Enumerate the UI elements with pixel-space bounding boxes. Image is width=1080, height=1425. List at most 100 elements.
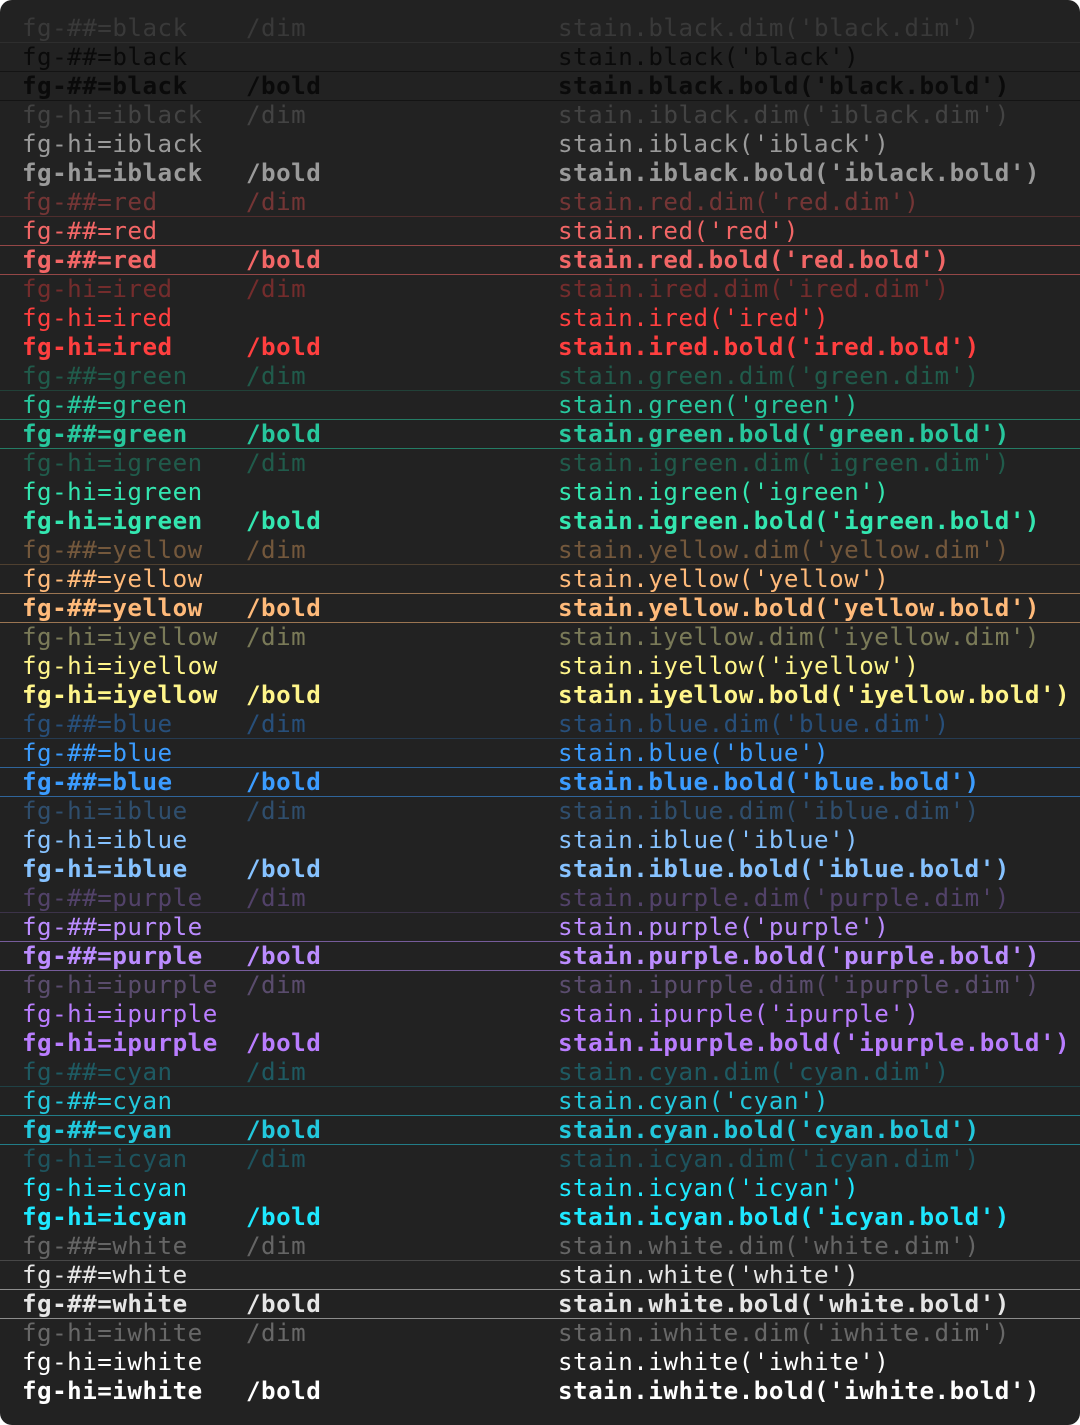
stain-code-sample: stain.green.bold('green.bold') [558, 420, 1010, 448]
stain-code-sample: stain.black('black') [558, 43, 860, 71]
fg-code-label: fg-##=yellow [22, 565, 203, 593]
fg-code-label: fg-hi=ired [22, 333, 173, 361]
color-sample-row: fg-##=black/dim stain.black.dim('black.di… [0, 14, 1080, 43]
modifier-label: /bold [246, 681, 322, 709]
fg-code-label: fg-##=black [22, 72, 188, 100]
modifier-label: /bold [246, 333, 322, 361]
stain-code-sample: stain.icyan('icyan') [558, 1174, 860, 1202]
stain-code-sample: stain.red('red') [558, 217, 799, 245]
fg-code-label: fg-##=blue [22, 768, 173, 796]
fg-code-label: fg-hi=igreen [22, 449, 203, 477]
stain-code-sample: stain.igreen.bold('igreen.bold') [558, 507, 1040, 535]
stain-code-sample: stain.white.bold('white.bold') [558, 1290, 1010, 1318]
stain-code-sample: stain.red.bold('red.bold') [558, 246, 950, 274]
fg-code-label: fg-hi=icyan [22, 1174, 188, 1202]
modifier-label: /bold [246, 420, 322, 448]
modifier-label: /bold [246, 855, 322, 883]
fg-code-label: fg-hi=iblue [22, 855, 188, 883]
modifier-label: /dim [246, 536, 307, 564]
color-sample-row: fg-##=yellow/bold stain.yellow.bold('yell… [0, 594, 1080, 623]
fg-code-label: fg-hi=iyellow [22, 681, 218, 709]
stain-code-sample: stain.yellow.dim('yellow.dim') [558, 536, 1010, 564]
stain-code-sample: stain.iblue.dim('iblue.dim') [558, 797, 980, 825]
stain-code-sample: stain.green.dim('green.dim') [558, 362, 980, 390]
stain-code-sample: stain.ipurple.bold('ipurple.bold') [558, 1029, 1071, 1057]
stain-code-sample: stain.purple.dim('purple.dim') [558, 884, 1010, 912]
color-sample-row: fg-##=purple stain.purple('purple') [0, 913, 1080, 942]
modifier-label: /dim [246, 1058, 307, 1086]
stain-code-sample: stain.ired('ired') [558, 304, 830, 332]
color-sample-row: fg-##=white/bold stain.white.bold('white.… [0, 1290, 1080, 1319]
color-sample-row: fg-hi=iyellow/bold stain.iyellow.bold('iy… [0, 681, 1080, 710]
fg-code-label: fg-hi=iblue [22, 826, 188, 854]
stain-code-sample: stain.black.bold('black.bold') [558, 72, 1010, 100]
color-sample-row: fg-##=purple/dim stain.purple.dim('purple… [0, 884, 1080, 913]
color-sample-row: fg-hi=icyan/bold stain.icyan.bold('icyan.… [0, 1203, 1080, 1232]
color-sample-row: fg-hi=iyellow/dim stain.iyellow.dim('iyel… [0, 623, 1080, 652]
modifier-label: /dim [246, 1145, 307, 1173]
color-sample-row: fg-##=green/dim stain.green.dim('green.di… [0, 362, 1080, 391]
stain-code-sample: stain.cyan('cyan') [558, 1087, 830, 1115]
stain-code-sample: stain.purple.bold('purple.bold') [558, 942, 1040, 970]
color-sample-list: fg-##=black/dim stain.black.dim('black.di… [0, 14, 1080, 1406]
fg-code-label: fg-##=white [22, 1261, 188, 1289]
modifier-label: /dim [246, 449, 307, 477]
fg-code-label: fg-##=cyan [22, 1116, 173, 1144]
fg-code-label: fg-##=cyan [22, 1087, 173, 1115]
modifier-label: /dim [246, 710, 307, 738]
stain-code-sample: stain.white('white') [558, 1261, 860, 1289]
fg-code-label: fg-hi=iblue [22, 797, 188, 825]
color-sample-row: fg-hi=ired/bold stain.ired.bold('ired.bol… [0, 333, 1080, 362]
color-sample-row: fg-hi=icyan stain.icyan('icyan') [0, 1174, 1080, 1203]
fg-code-label: fg-hi=iyellow [22, 623, 218, 651]
fg-code-label: fg-hi=igreen [22, 507, 203, 535]
stain-code-sample: stain.black.dim('black.dim') [558, 14, 980, 42]
modifier-label: /bold [246, 159, 322, 187]
stain-code-sample: stain.green('green') [558, 391, 860, 419]
color-sample-row: fg-hi=ipurple/dim stain.ipurple.dim('ipur… [0, 971, 1080, 1000]
fg-code-label: fg-##=white [22, 1290, 188, 1318]
color-sample-row: fg-##=cyan stain.cyan('cyan') [0, 1087, 1080, 1116]
fg-code-label: fg-hi=iblack [22, 101, 203, 129]
stain-code-sample: stain.iblack.dim('iblack.dim') [558, 101, 1010, 129]
modifier-label: /bold [246, 1116, 322, 1144]
stain-code-sample: stain.iwhite.bold('iwhite.bold') [558, 1377, 1040, 1405]
stain-code-sample: stain.iblack('iblack') [558, 130, 890, 158]
modifier-label: /dim [246, 188, 307, 216]
modifier-label: /dim [246, 275, 307, 303]
color-sample-row: fg-hi=iwhite stain.iwhite('iwhite') [0, 1348, 1080, 1377]
fg-code-label: fg-##=yellow [22, 536, 203, 564]
modifier-label: /bold [246, 507, 322, 535]
color-sample-row: fg-##=blue/bold stain.blue.bold('blue.bol… [0, 768, 1080, 797]
color-sample-row: fg-##=blue stain.blue('blue') [0, 739, 1080, 768]
fg-code-label: fg-hi=iwhite [22, 1348, 203, 1376]
stain-code-sample: stain.iblue.bold('iblue.bold') [558, 855, 1010, 883]
color-sample-row: fg-hi=iblue/dim stain.iblue.dim('iblue.di… [0, 797, 1080, 826]
fg-code-label: fg-##=green [22, 420, 188, 448]
color-sample-row: fg-##=cyan/dim stain.cyan.dim('cyan.dim') [0, 1058, 1080, 1087]
stain-code-sample: stain.blue('blue') [558, 739, 830, 767]
stain-code-sample: stain.blue.dim('blue.dim') [558, 710, 950, 738]
stain-code-sample: stain.yellow.bold('yellow.bold') [558, 594, 1040, 622]
color-sample-row: fg-##=red/bold stain.red.bold('red.bold') [0, 246, 1080, 275]
fg-code-label: fg-##=purple [22, 884, 203, 912]
fg-code-label: fg-##=cyan [22, 1058, 173, 1086]
fg-code-label: fg-##=purple [22, 942, 203, 970]
color-sample-row: fg-hi=iyellow stain.iyellow('iyellow') [0, 652, 1080, 681]
modifier-label: /bold [246, 1203, 322, 1231]
fg-code-label: fg-hi=icyan [22, 1203, 188, 1231]
fg-code-label: fg-hi=iwhite [22, 1377, 203, 1405]
color-sample-row: fg-hi=ired stain.ired('ired') [0, 304, 1080, 333]
modifier-label: /bold [246, 768, 322, 796]
fg-code-label: fg-##=blue [22, 710, 173, 738]
color-sample-row: fg-##=white stain.white('white') [0, 1261, 1080, 1290]
fg-code-label: fg-##=black [22, 43, 188, 71]
modifier-label: /dim [246, 14, 307, 42]
stain-code-sample: stain.iblack.bold('iblack.bold') [558, 159, 1040, 187]
modifier-label: /bold [246, 942, 322, 970]
modifier-label: /dim [246, 623, 307, 651]
color-sample-row: fg-hi=ired/dim stain.ired.dim('ired.dim') [0, 275, 1080, 304]
color-sample-row: fg-hi=iblack/bold stain.iblack.bold('ibla… [0, 159, 1080, 188]
stain-code-sample: stain.iwhite('iwhite') [558, 1348, 890, 1376]
stain-code-sample: stain.white.dim('white.dim') [558, 1232, 980, 1260]
